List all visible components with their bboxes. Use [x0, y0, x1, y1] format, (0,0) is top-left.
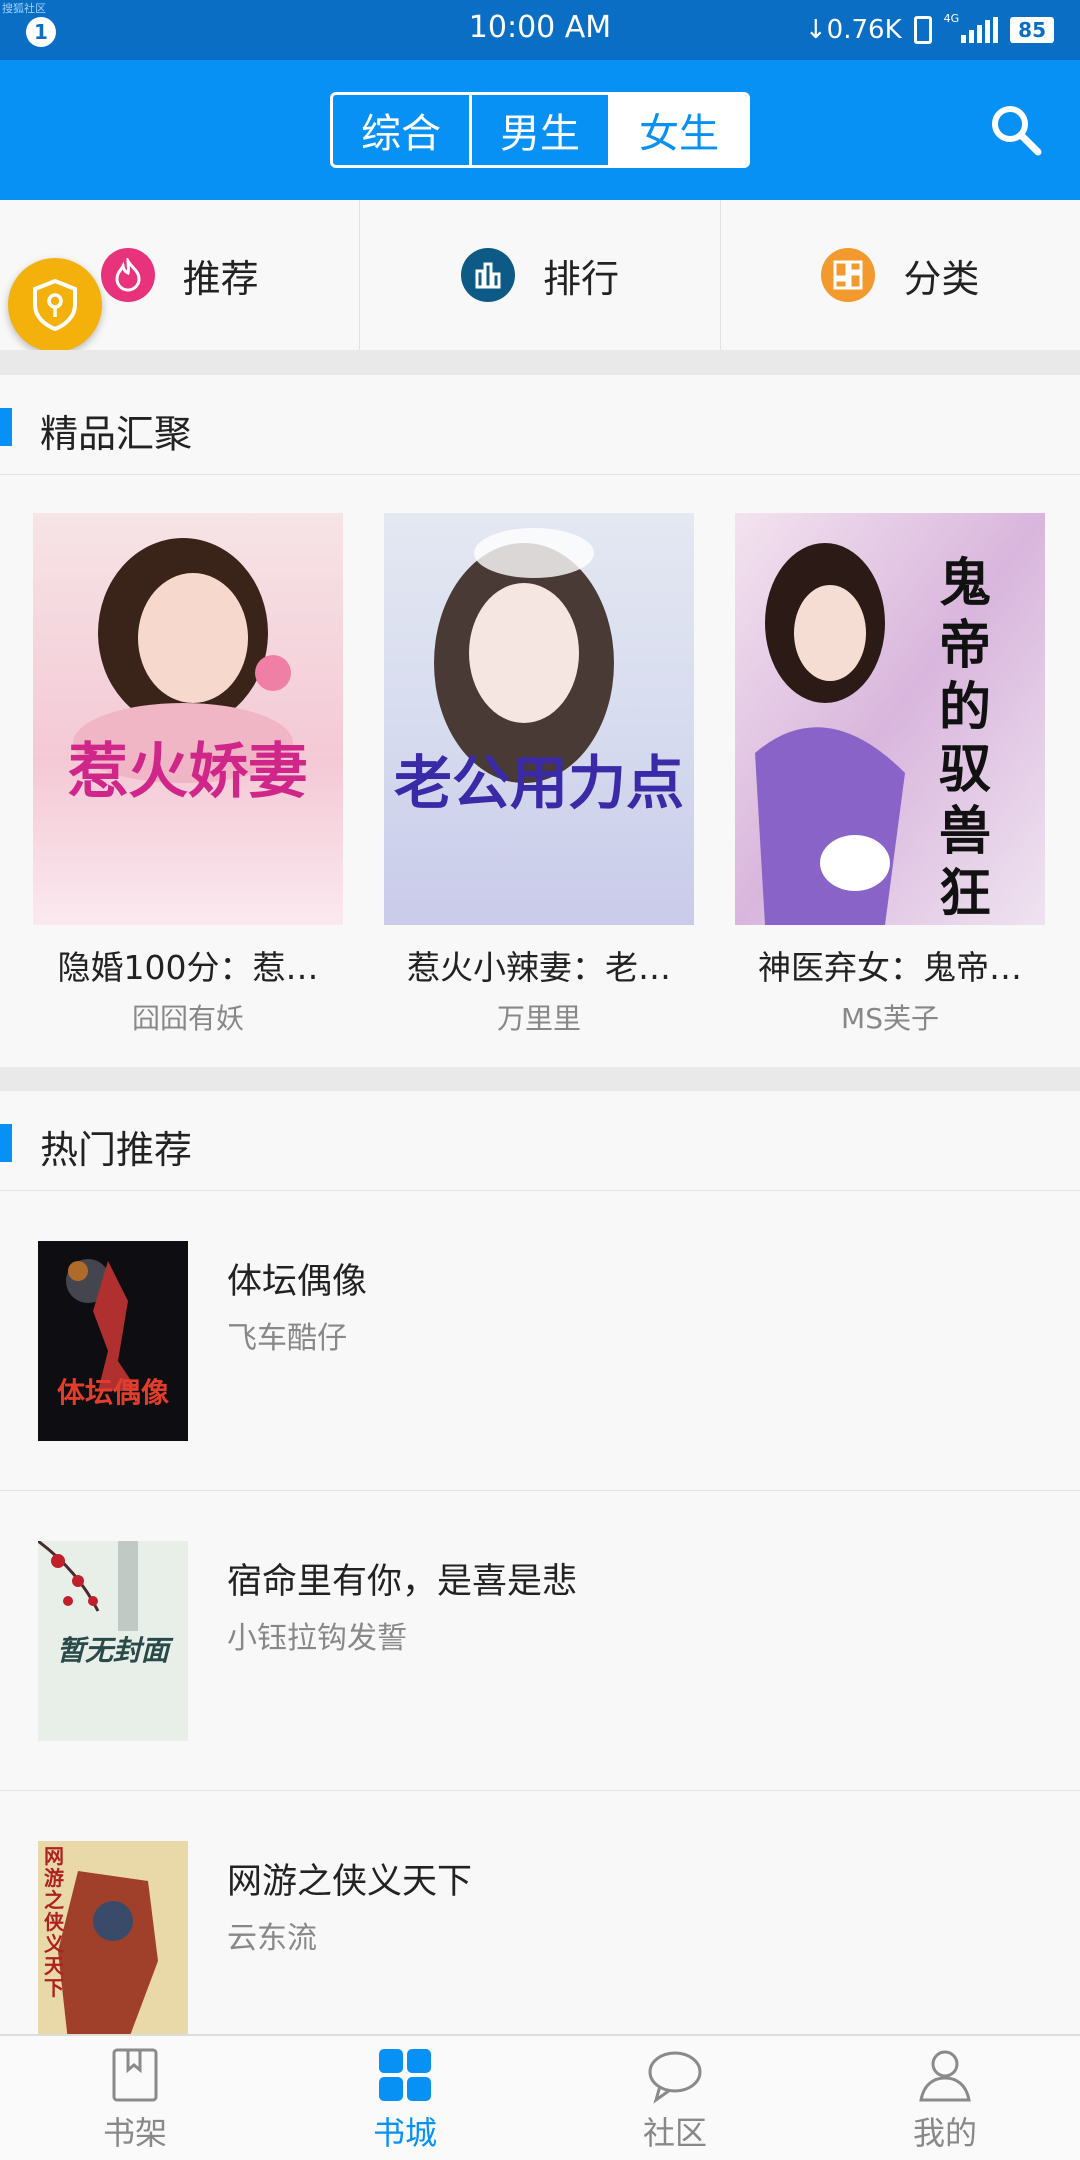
tab-community-label: 社区: [642, 2114, 707, 2152]
section-divider: [0, 1067, 1080, 1091]
cover-title-text: 惹火娇妻: [68, 737, 308, 807]
tab-bookshelf-label: 书架: [102, 2114, 167, 2152]
list-item[interactable]: 网游之侠义天下 网游之侠义天下 云东流: [0, 1791, 1080, 2034]
floating-lock-button[interactable]: [8, 258, 102, 352]
grid-icon: [821, 248, 876, 302]
featured-section-title: 精品汇聚: [40, 412, 193, 456]
gender-segmented-control: 综合 男生 女生: [330, 92, 750, 168]
book-title: 隐婚100分：惹…: [57, 948, 319, 987]
book-title: 宿命里有你，是喜是悲: [227, 1562, 578, 1602]
featured-section-header: 精品汇聚: [0, 375, 1080, 475]
signal-icon: [961, 17, 999, 43]
nav-ranking[interactable]: 排行: [360, 200, 721, 350]
network-type: 4G: [943, 12, 960, 25]
book-title: 网游之侠义天下: [227, 1862, 473, 1902]
book-author: 囧囧有妖: [131, 1002, 244, 1035]
book-title: 体坛偶像: [227, 1262, 368, 1302]
status-indicators: ↓0.76K 4G 85: [805, 12, 1054, 48]
net-speed: ↓0.76K: [804, 15, 902, 45]
bookmark-book-icon: [112, 2048, 158, 2102]
nav-category-label: 分类: [903, 256, 980, 301]
tab-community[interactable]: 社区: [540, 2036, 810, 2160]
featured-books: 惹火娇妻 隐婚100分：惹… 囧囧有妖 老公用力点 惹火小辣妻：老… 万里里 鬼…: [0, 477, 1080, 1067]
status-bar: 搜狐社区 1 10:00 AM ↓0.76K 4G 85: [0, 0, 1080, 60]
book-cover: 老公用力点: [384, 513, 694, 925]
section-accent-bar: [0, 1124, 12, 1162]
user-icon: [919, 2050, 971, 2102]
cover-title-text: 老公用力点: [393, 749, 684, 817]
book-cover: 暂无封面: [38, 1541, 188, 1741]
tab-bookstore[interactable]: 书城: [270, 2036, 540, 2160]
book-title: 惹火小辣妻：老…: [407, 948, 671, 987]
cover-title-text: 网游之侠义天下: [44, 1844, 64, 2000]
section-accent-bar: [0, 408, 12, 446]
featured-book-card[interactable]: 老公用力点 惹火小辣妻：老… 万里里: [384, 513, 694, 1037]
cover-title-text: 暂无封面: [56, 1634, 169, 1667]
book-author: 飞车酷仔: [227, 1321, 347, 1356]
bottom-tab-bar: 书架 书城 社区 我的: [0, 2034, 1080, 2160]
cover-title-text: 鬼帝的驭兽狂妃: [938, 553, 991, 924]
flame-icon: [100, 248, 155, 302]
hot-book-list: 体坛偶像 体坛偶像 飞车酷仔 暂无封面 宿命里有你，是喜是悲 小钰拉钩发誓 网游…: [0, 1191, 1080, 2034]
grid-icon: [379, 2049, 431, 2101]
book-author: 云东流: [227, 1921, 317, 1956]
chat-bubble-icon: [648, 2051, 702, 2104]
tab-bookshelf[interactable]: 书架: [0, 2036, 270, 2160]
bar-chart-icon: [460, 248, 515, 302]
cover-title-text: 体坛偶像: [56, 1376, 169, 1409]
search-icon[interactable]: [988, 102, 1044, 158]
vibrate-icon: [913, 16, 932, 44]
book-cover: 鬼帝的驭兽狂妃: [735, 513, 1045, 925]
nav-ranking-label: 排行: [542, 256, 619, 301]
book-cover: 网游之侠义天下: [38, 1841, 188, 2034]
segment-male[interactable]: 男生: [472, 95, 611, 165]
shield-lock-icon: [33, 278, 77, 332]
tab-bookstore-label: 书城: [372, 2114, 437, 2152]
nav-category[interactable]: 分类: [721, 200, 1080, 350]
list-item[interactable]: 暂无封面 宿命里有你，是喜是悲 小钰拉钩发誓: [0, 1491, 1080, 1791]
book-author: 万里里: [496, 1002, 581, 1035]
tab-mine-label: 我的: [912, 2114, 977, 2152]
segment-all[interactable]: 综合: [333, 95, 472, 165]
hot-section-title: 热门推荐: [40, 1128, 193, 1172]
nav-recommend-label: 推荐: [182, 256, 259, 301]
book-author: MS芙子: [841, 1002, 939, 1035]
category-nav: 推荐 排行 分类: [0, 200, 1080, 350]
segment-female[interactable]: 女生: [611, 95, 747, 165]
header: 综合 男生 女生: [0, 60, 1080, 200]
book-title: 神医弃女：鬼帝…: [758, 948, 1022, 987]
list-item[interactable]: 体坛偶像 体坛偶像 飞车酷仔: [0, 1191, 1080, 1491]
book-cover: 惹火娇妻: [33, 513, 343, 925]
hot-section-header: 热门推荐: [0, 1091, 1080, 1191]
battery-level: 85: [1010, 17, 1054, 43]
book-cover: 体坛偶像: [38, 1241, 188, 1441]
featured-book-card[interactable]: 惹火娇妻 隐婚100分：惹… 囧囧有妖: [33, 513, 343, 1037]
tab-mine[interactable]: 我的: [810, 2036, 1080, 2160]
section-divider: [0, 350, 1080, 375]
featured-book-card[interactable]: 鬼帝的驭兽狂妃 神医弃女：鬼帝… MS芙子: [735, 513, 1045, 1037]
book-author: 小钰拉钩发誓: [227, 1621, 407, 1656]
